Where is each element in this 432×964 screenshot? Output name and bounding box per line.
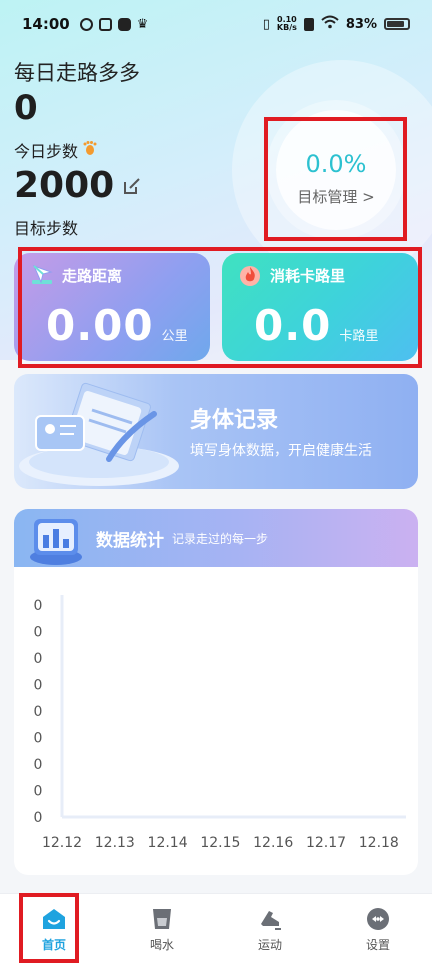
status-time: 14:00	[22, 15, 70, 33]
y-tick-label: 0	[34, 598, 43, 614]
walk-distance-value: 0.00	[46, 301, 154, 350]
shoe-icon	[261, 910, 281, 930]
y-tick-label: 0	[34, 704, 43, 720]
x-tick-label: 12.15	[200, 835, 240, 851]
tab-exercise-label: 运动	[257, 937, 282, 952]
tab-settings[interactable]: 设置	[324, 894, 432, 964]
network-speed: 0.10 KB/s	[276, 15, 297, 32]
bar-chart-icon	[30, 519, 82, 565]
walk-distance-card[interactable]: 走路距离 0.00 公里	[14, 253, 210, 361]
home-icon	[43, 908, 65, 929]
calories-unit: 卡路里	[339, 329, 379, 344]
tab-home-label: 首页	[41, 937, 66, 952]
navigation-arrow-icon	[30, 263, 54, 287]
document-illustration	[19, 382, 179, 486]
x-tick-label: 12.17	[306, 835, 346, 851]
app-title: 每日走路多多	[14, 61, 140, 85]
body-record-subtitle: 填写身体数据，开启健康生活	[190, 443, 372, 459]
settings-icon	[367, 907, 389, 930]
y-tick-label: 0	[34, 810, 43, 826]
x-tick-label: 12.18	[359, 835, 399, 851]
crown-icon: ♛	[136, 16, 149, 32]
goal-progress-circle[interactable]: 0.0% 目标管理 >	[268, 110, 404, 238]
walk-distance-unit: 公里	[161, 329, 188, 344]
x-tick-label: 12.12	[42, 835, 82, 851]
vibrate-icon: ▯	[262, 16, 270, 32]
status-bar: 14:00 ♛ ▯ 0.10 KB/s 83%	[0, 0, 432, 48]
walk-distance-body: 0.00 公里	[46, 301, 194, 350]
no-sim-icon	[303, 17, 314, 31]
edit-icon[interactable]	[122, 176, 142, 196]
data-stats-card: 数据统计 记录走过的每一步 0 0 0 0 0 0 0 0 0 12.12 12.13 12.14 12…	[14, 509, 418, 875]
body-record-title: 身体记录	[190, 408, 279, 433]
calories-value: 0.0	[254, 301, 332, 350]
y-tick-label: 0	[34, 757, 43, 773]
body-record-banner[interactable]: 身体记录 填写身体数据，开启健康生活	[14, 374, 418, 489]
battery-percent: 83%	[345, 16, 377, 32]
tab-home[interactable]: 首页	[0, 894, 108, 964]
data-stats-header: 数据统计 记录走过的每一步	[14, 509, 418, 567]
goal-steps-row: 2000	[14, 165, 142, 206]
flame-icon	[238, 263, 262, 287]
today-steps-label: 今日步数	[14, 142, 79, 161]
goal-steps-value: 2000	[14, 165, 115, 206]
cup-icon	[153, 908, 171, 929]
tiktok-icon	[117, 17, 131, 31]
calories-body: 0.0 卡路里	[254, 301, 402, 350]
today-steps-label-row: 今日步数	[14, 138, 98, 162]
x-tick-label: 12.16	[253, 835, 293, 851]
calories-header: 消耗卡路里	[238, 263, 402, 287]
y-tick-label: 0	[34, 625, 43, 641]
tab-settings-label: 设置	[365, 937, 390, 952]
app-notification-icon	[98, 17, 112, 31]
goal-manage-link[interactable]: 目标管理 >	[297, 186, 374, 207]
y-tick-label: 0	[34, 731, 43, 747]
goal-steps-label: 目标步数	[14, 219, 79, 238]
y-tick-label: 0	[34, 784, 43, 800]
tab-exercise[interactable]: 运动	[216, 894, 324, 964]
x-tick-label: 12.14	[148, 835, 188, 851]
status-notification-icons: ♛	[79, 16, 149, 32]
tab-water[interactable]: 喝水	[108, 894, 216, 964]
y-tick-label: 0	[34, 678, 43, 694]
tab-water-label: 喝水	[149, 937, 174, 952]
bottom-tab-bar: 首页 喝水 运动 设置	[0, 893, 432, 964]
data-stats-subtitle: 记录走过的每一步	[172, 531, 269, 546]
status-system-icons: ▯ 0.10 KB/s 83%	[263, 15, 410, 33]
walk-distance-title: 走路距离	[62, 266, 123, 285]
data-stats-title: 数据统计	[96, 530, 164, 551]
y-tick-label: 0	[34, 651, 43, 667]
calories-card[interactable]: 消耗卡路里 0.0 卡路里	[222, 253, 418, 361]
footprint-icon	[82, 140, 98, 160]
x-tick-label: 12.13	[95, 835, 135, 851]
goal-percent: 0.0%	[305, 149, 367, 178]
steps-line-chart: 0 0 0 0 0 0 0 0 0 12.12 12.13 12.14 12.15 12.16 12.17 1…	[34, 595, 406, 851]
calories-title: 消耗卡路里	[270, 266, 346, 285]
battery-icon	[384, 18, 410, 30]
app-notification-icon	[79, 17, 93, 31]
walk-distance-header: 走路距离	[30, 263, 194, 287]
today-steps-value: 0	[14, 88, 38, 128]
wifi-icon	[321, 15, 339, 33]
